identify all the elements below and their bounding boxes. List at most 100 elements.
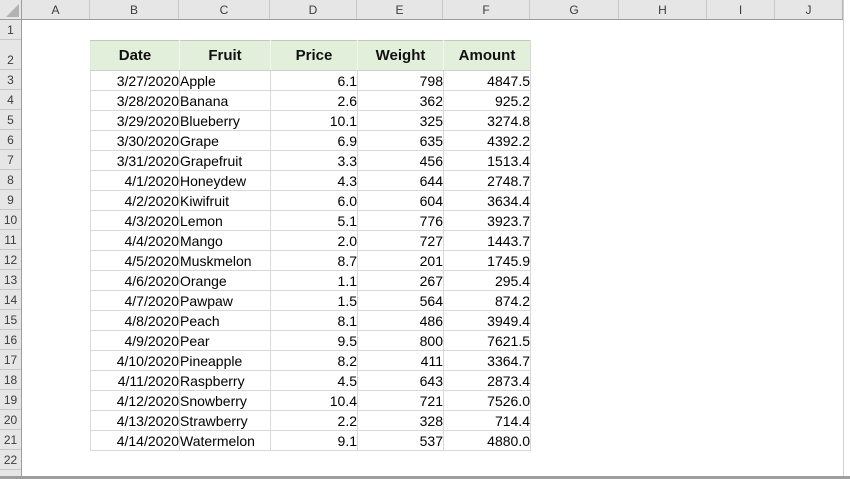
cell-price[interactable]: 4.5 [270, 370, 358, 391]
cell-price[interactable]: 2.2 [270, 410, 358, 431]
cell-price[interactable]: 8.1 [270, 310, 358, 331]
cell-fruit[interactable]: Kiwifruit [179, 190, 271, 211]
cell-price[interactable]: 10.1 [270, 110, 358, 131]
cell-fruit[interactable]: Blueberry [179, 110, 271, 131]
column-header-b[interactable]: B [90, 0, 179, 19]
cell-date[interactable]: 4/2/2020 [90, 190, 180, 211]
cell-amount[interactable]: 295.4 [443, 270, 531, 291]
row-header-7[interactable]: 7 [0, 150, 21, 170]
cell-amount[interactable]: 2873.4 [443, 370, 531, 391]
cell-price[interactable]: 9.1 [270, 430, 358, 451]
cell-fruit[interactable]: Honeydew [179, 170, 271, 191]
column-header-j[interactable]: J [775, 0, 843, 19]
row-header-12[interactable]: 12 [0, 250, 21, 270]
cell-fruit[interactable]: Pear [179, 330, 271, 351]
cell-date[interactable]: 4/8/2020 [90, 310, 180, 331]
cell-price[interactable]: 8.2 [270, 350, 358, 371]
cell-fruit[interactable]: Grapefruit [179, 150, 271, 171]
column-header-d[interactable]: D [270, 0, 357, 19]
row-header-1[interactable]: 1 [0, 20, 21, 40]
cell-price[interactable]: 6.1 [270, 70, 358, 91]
column-header-g[interactable]: G [530, 0, 619, 19]
cell-fruit[interactable]: Snowberry [179, 390, 271, 411]
column-header-i[interactable]: I [707, 0, 775, 19]
cell-amount[interactable]: 3923.7 [443, 210, 531, 231]
cell-date[interactable]: 3/29/2020 [90, 110, 180, 131]
cell-date[interactable]: 3/28/2020 [90, 90, 180, 111]
cell-price[interactable]: 1.5 [270, 290, 358, 311]
cell-amount[interactable]: 7526.0 [443, 390, 531, 411]
cell-date[interactable]: 4/3/2020 [90, 210, 180, 231]
cell-fruit[interactable]: Orange [179, 270, 271, 291]
row-header-11[interactable]: 11 [0, 230, 21, 250]
cell-date[interactable]: 4/5/2020 [90, 250, 180, 271]
cell-fruit[interactable]: Lemon [179, 210, 271, 231]
cell-fruit[interactable]: Pineapple [179, 350, 271, 371]
cell-date[interactable]: 4/7/2020 [90, 290, 180, 311]
cell-price[interactable]: 1.1 [270, 270, 358, 291]
cell-date[interactable]: 3/31/2020 [90, 150, 180, 171]
cell-price[interactable]: 2.6 [270, 90, 358, 111]
cell-date[interactable]: 4/1/2020 [90, 170, 180, 191]
cell-weight[interactable]: 604 [357, 190, 444, 211]
row-header-9[interactable]: 9 [0, 190, 21, 210]
cell-date[interactable]: 4/14/2020 [90, 430, 180, 451]
cell-weight[interactable]: 643 [357, 370, 444, 391]
cell-price[interactable]: 2.0 [270, 230, 358, 251]
cell-amount[interactable]: 3364.7 [443, 350, 531, 371]
cell-price[interactable]: 9.5 [270, 330, 358, 351]
cell-price[interactable]: 10.4 [270, 390, 358, 411]
row-header-2[interactable]: 2 [0, 40, 21, 70]
table-header-price[interactable]: Price [270, 40, 358, 71]
cell-date[interactable]: 4/4/2020 [90, 230, 180, 251]
table-header-fruit[interactable]: Fruit [179, 40, 271, 71]
row-header-6[interactable]: 6 [0, 130, 21, 150]
row-header-18[interactable]: 18 [0, 370, 21, 390]
row-header-10[interactable]: 10 [0, 210, 21, 230]
select-all-corner[interactable] [0, 0, 22, 19]
cell-weight[interactable]: 328 [357, 410, 444, 431]
column-header-f[interactable]: F [443, 0, 530, 19]
cell-weight[interactable]: 644 [357, 170, 444, 191]
table-header-weight[interactable]: Weight [357, 40, 444, 71]
cell-weight[interactable]: 411 [357, 350, 444, 371]
cell-weight[interactable]: 362 [357, 90, 444, 111]
cell-date[interactable]: 3/30/2020 [90, 130, 180, 151]
cell-date[interactable]: 4/9/2020 [90, 330, 180, 351]
row-header-14[interactable]: 14 [0, 290, 21, 310]
row-header-19[interactable]: 19 [0, 390, 21, 410]
cell-amount[interactable]: 1745.9 [443, 250, 531, 271]
cell-weight[interactable]: 325 [357, 110, 444, 131]
cell-date[interactable]: 3/27/2020 [90, 70, 180, 91]
cell-fruit[interactable]: Grape [179, 130, 271, 151]
row-header-17[interactable]: 17 [0, 350, 21, 370]
row-header-3[interactable]: 3 [0, 70, 21, 90]
cell-fruit[interactable]: Peach [179, 310, 271, 331]
cell-weight[interactable]: 201 [357, 250, 444, 271]
cell-price[interactable]: 3.3 [270, 150, 358, 171]
cell-weight[interactable]: 564 [357, 290, 444, 311]
cell-fruit[interactable]: Pawpaw [179, 290, 271, 311]
cell-weight[interactable]: 486 [357, 310, 444, 331]
row-header-16[interactable]: 16 [0, 330, 21, 350]
cell-date[interactable]: 4/6/2020 [90, 270, 180, 291]
cell-date[interactable]: 4/13/2020 [90, 410, 180, 431]
row-header-4[interactable]: 4 [0, 90, 21, 110]
cell-weight[interactable]: 800 [357, 330, 444, 351]
cell-price[interactable]: 5.1 [270, 210, 358, 231]
cell-fruit[interactable]: Banana [179, 90, 271, 111]
cell-amount[interactable]: 3634.4 [443, 190, 531, 211]
cell-weight[interactable]: 635 [357, 130, 444, 151]
row-header-20[interactable]: 20 [0, 410, 21, 430]
column-header-e[interactable]: E [357, 0, 443, 19]
cell-price[interactable]: 6.9 [270, 130, 358, 151]
cell-weight[interactable]: 267 [357, 270, 444, 291]
cell-amount[interactable]: 1513.4 [443, 150, 531, 171]
cell-weight[interactable]: 776 [357, 210, 444, 231]
cell-fruit[interactable]: Raspberry [179, 370, 271, 391]
column-header-a[interactable]: A [22, 0, 90, 19]
cell-fruit[interactable]: Muskmelon [179, 250, 271, 271]
cell-weight[interactable]: 721 [357, 390, 444, 411]
cell-amount[interactable]: 714.4 [443, 410, 531, 431]
cell-amount[interactable]: 1443.7 [443, 230, 531, 251]
